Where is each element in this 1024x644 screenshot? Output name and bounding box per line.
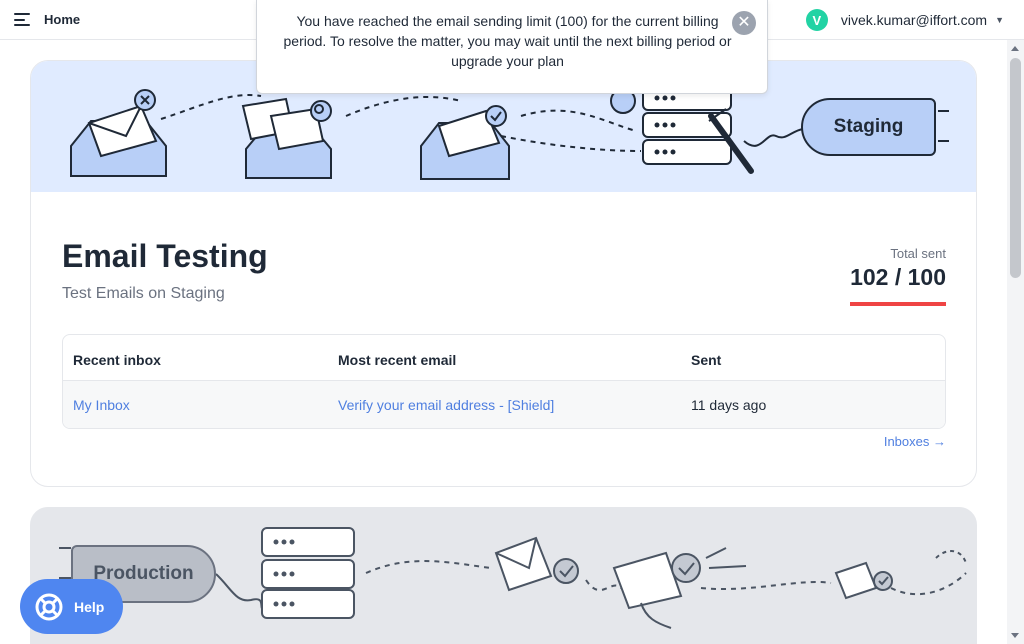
chevron-down-icon: ▼ bbox=[995, 15, 1004, 25]
close-icon[interactable]: ✕ bbox=[732, 11, 756, 35]
lifebuoy-icon bbox=[35, 593, 63, 620]
page-subtitle: Test Emails on Staging bbox=[62, 285, 225, 302]
sending-limit-toast: You have reached the email sending limit… bbox=[256, 0, 768, 94]
column-header: Recent inbox bbox=[73, 352, 161, 368]
column-header: Sent bbox=[691, 352, 722, 368]
scrollbar[interactable] bbox=[1007, 40, 1024, 644]
table-row: My Inbox Verify your email address - [Sh… bbox=[63, 381, 945, 428]
toast-message: You have reached the email sending limit… bbox=[283, 13, 732, 69]
breadcrumb-home[interactable]: Home bbox=[44, 12, 80, 27]
recent-inbox-table: Recent inbox Most recent email Sent My I… bbox=[62, 334, 946, 429]
email-link[interactable]: Verify your email address - [Shield] bbox=[338, 397, 554, 413]
help-button[interactable]: Help bbox=[20, 579, 123, 634]
account-email: vivek.kumar@iffort.com bbox=[840, 12, 988, 28]
account-menu[interactable]: V vivek.kumar@iffort.com ▼ bbox=[805, 8, 1004, 32]
table-header: Recent inbox Most recent email Sent bbox=[63, 335, 945, 381]
page-title: Email Testing bbox=[62, 238, 268, 274]
column-header: Most recent email bbox=[338, 352, 457, 368]
limit-indicator-bar bbox=[850, 302, 946, 306]
menu-icon[interactable] bbox=[14, 13, 30, 26]
scroll-up-arrow-icon[interactable] bbox=[1011, 46, 1019, 51]
total-sent-value: 102 / 100 bbox=[850, 264, 946, 290]
inbox-link[interactable]: My Inbox bbox=[73, 397, 130, 413]
scroll-down-arrow-icon[interactable] bbox=[1011, 633, 1019, 638]
production-card: Production bbox=[30, 507, 977, 644]
help-label: Help bbox=[74, 598, 105, 615]
scroll-thumb[interactable] bbox=[1010, 58, 1021, 278]
staging-plug-label: Staging bbox=[801, 98, 936, 156]
staging-card: Staging Email Testing Test Emails on Sta… bbox=[30, 60, 977, 487]
total-sent-label: Total sent bbox=[890, 246, 946, 261]
inboxes-link[interactable]: Inboxes → bbox=[884, 434, 946, 449]
sent-time: 11 days ago bbox=[691, 397, 767, 413]
avatar: V bbox=[805, 9, 828, 31]
